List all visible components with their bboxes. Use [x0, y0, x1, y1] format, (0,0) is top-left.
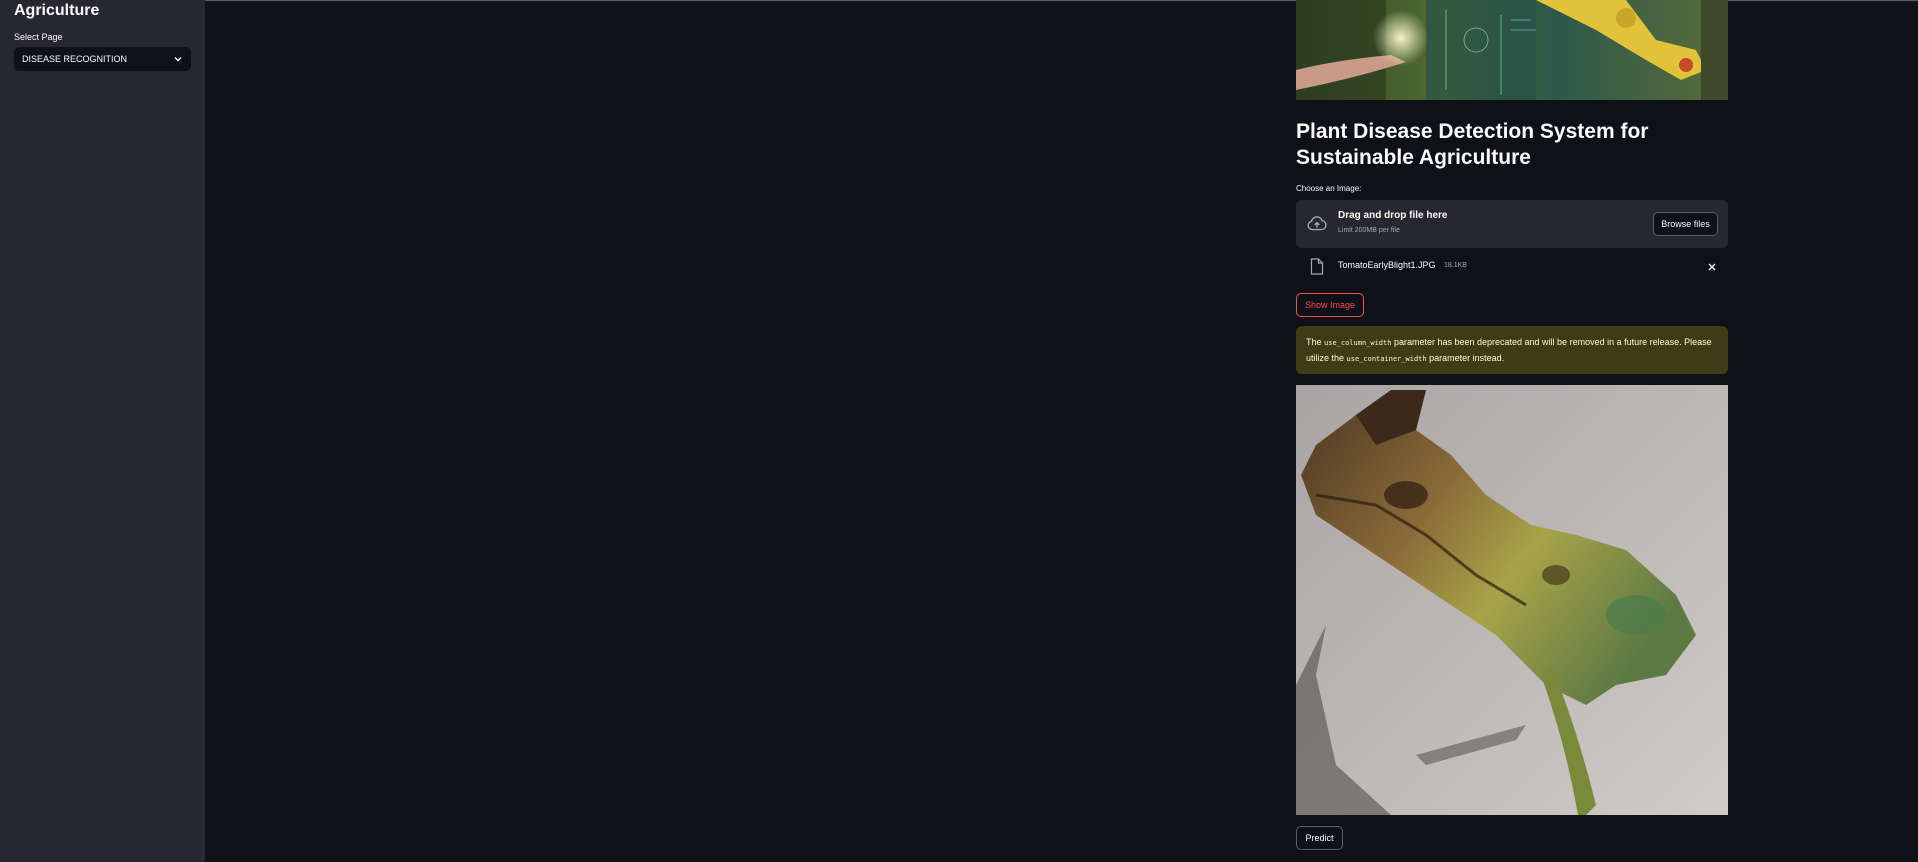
close-icon[interactable] — [1706, 261, 1718, 273]
sidebar-title: Agriculture — [14, 2, 100, 19]
file-name: TomatoEarlyBlight1.JPG — [1338, 260, 1436, 270]
hero-banner-image — [1296, 0, 1728, 100]
select-page-label: Select Page — [14, 32, 63, 42]
uploaded-file-row: TomatoEarlyBlight1.JPG 18.1KB — [1296, 257, 1728, 277]
file-dropzone[interactable]: Drag and drop file here Limit 200MB per … — [1296, 200, 1728, 248]
file-icon — [1310, 258, 1324, 275]
predict-button[interactable]: Predict — [1296, 826, 1343, 850]
chevron-down-icon — [174, 57, 182, 62]
warning-text: The — [1306, 337, 1325, 347]
warning-code: use_container_width — [1346, 355, 1427, 363]
file-size: 18.1KB — [1444, 262, 1467, 269]
page-select-value: DISEASE RECOGNITION — [22, 54, 128, 64]
warning-code: use_column_width — [1324, 339, 1392, 347]
uploader-label: Choose an Image: — [1296, 184, 1362, 193]
browse-files-button[interactable]: Browse files — [1653, 212, 1718, 236]
deprecation-warning: The use_column_width parameter has been … — [1296, 326, 1728, 374]
sidebar: Agriculture Select Page DISEASE RECOGNIT… — [0, 0, 205, 862]
cloud-upload-icon — [1307, 216, 1327, 231]
uploaded-leaf-image — [1296, 385, 1728, 815]
dropzone-limit: Limit 200MB per file — [1338, 227, 1400, 234]
page-select[interactable]: DISEASE RECOGNITION — [14, 47, 191, 71]
dropzone-instructions: Drag and drop file here — [1338, 210, 1448, 221]
page-title: Plant Disease Detection System for Susta… — [1296, 120, 1649, 169]
show-image-button[interactable]: Show Image — [1296, 293, 1364, 317]
warning-text: parameter instead. — [1426, 353, 1505, 363]
